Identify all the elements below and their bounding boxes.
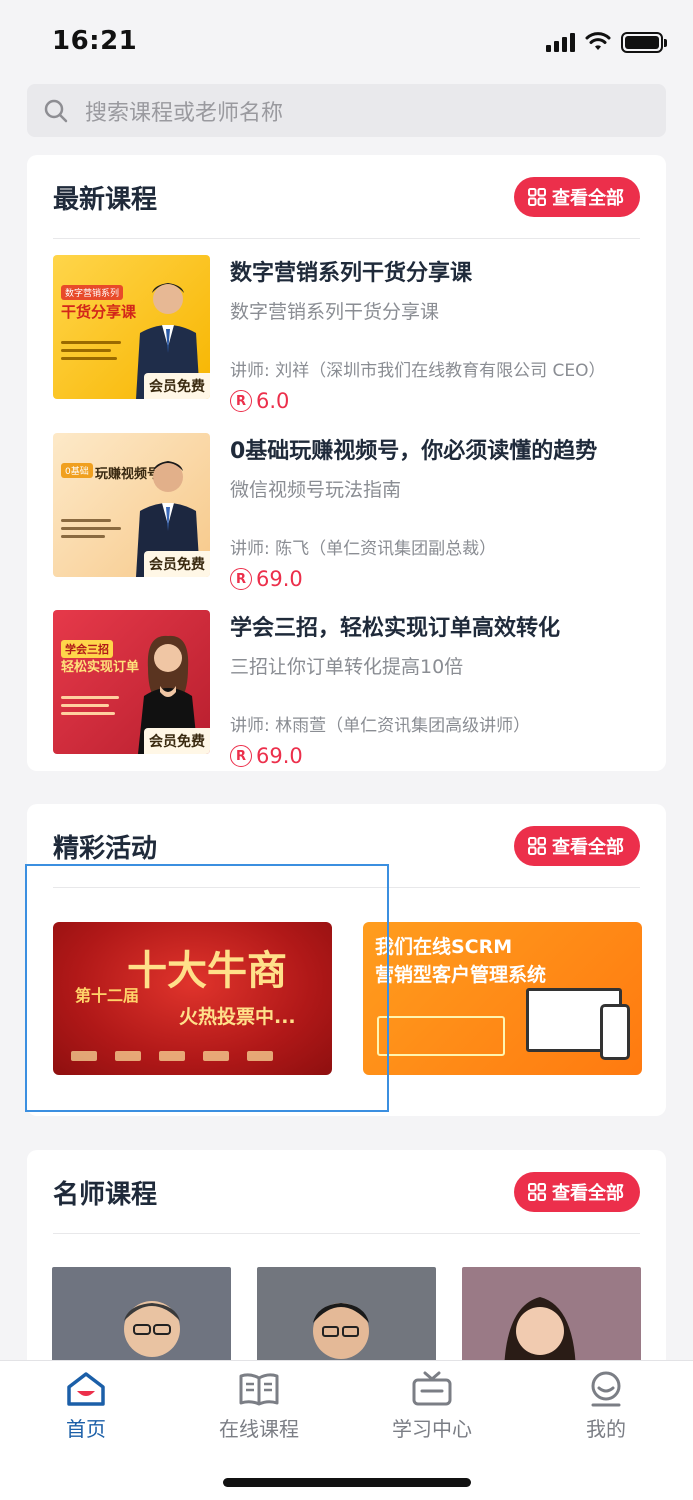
latest-courses-header: 最新课程 查看全部	[53, 155, 640, 239]
course-title: 数字营销系列干货分享课	[230, 261, 473, 286]
member-free-badge: 会员免费	[144, 551, 210, 577]
price-value: 6.0	[256, 389, 290, 413]
tab-online-courses[interactable]: 在线课程	[199, 1371, 319, 1442]
tab-home[interactable]: 首页	[26, 1371, 146, 1442]
view-all-button[interactable]: 查看全部	[514, 826, 640, 866]
teachers-card: 名师课程 查看全部	[27, 1150, 666, 1390]
latest-courses-card: 最新课程 查看全部 数字营销系列 干货分享课 会员免费 数字营销系列干货分享课 …	[27, 155, 666, 771]
battery-icon	[621, 31, 667, 53]
course-thumbnail: 学会三招 轻松实现订单 会员免费	[53, 610, 210, 754]
member-free-badge: 会员免费	[144, 728, 210, 754]
course-item[interactable]: 0基础 玩赚视频号 会员免费 0基础玩赚视频号，你必须读懂的趋势 微信视频号玩法…	[53, 433, 640, 591]
thumb-headline: 轻松实现订单	[61, 660, 140, 675]
course-item[interactable]: 数字营销系列 干货分享课 会员免费 数字营销系列干货分享课 数字营销系列干货分享…	[53, 255, 640, 413]
price-icon: R	[230, 745, 252, 767]
section-title: 最新课程	[53, 185, 158, 215]
course-item[interactable]: 学会三招 轻松实现订单 会员免费 学会三招，轻松实现订单高效转化 三招让你订单转…	[53, 610, 640, 768]
status-icons	[546, 30, 667, 54]
course-thumbnail: 数字营销系列 干货分享课 会员免费	[53, 255, 210, 399]
book-icon	[239, 1373, 279, 1406]
course-teacher: 讲师: 刘祥（深圳市我们在线教育有限公司 CEO）	[230, 361, 606, 381]
section-title: 精彩活动	[53, 834, 158, 864]
course-teacher: 讲师: 林雨萱（单仁资讯集团高级讲师）	[230, 716, 531, 736]
wifi-icon	[585, 32, 611, 50]
grid-icon	[528, 1183, 546, 1201]
price-icon: R	[230, 568, 252, 590]
thumb-tag: 数字营销系列	[61, 285, 124, 300]
grid-icon	[528, 837, 546, 855]
home-indicator[interactable]	[223, 1478, 471, 1487]
price-icon: R	[230, 390, 252, 412]
banner-title: 我们在线SCRM	[375, 936, 513, 958]
grid-icon	[528, 188, 546, 206]
search-icon	[44, 99, 68, 122]
view-all-label: 查看全部	[552, 1183, 624, 1204]
section-title: 名师课程	[53, 1180, 158, 1210]
course-subtitle: 数字营销系列干货分享课	[230, 301, 440, 323]
tab-study-center[interactable]: 学习中心	[372, 1371, 492, 1442]
tab-label: 首页	[66, 1417, 106, 1441]
view-all-label: 查看全部	[552, 188, 624, 209]
course-price: R 69.0	[230, 567, 640, 591]
view-all-button[interactable]: 查看全部	[514, 177, 640, 217]
course-price: R 6.0	[230, 389, 640, 413]
profile-icon	[591, 1371, 621, 1407]
promo-box	[377, 1016, 505, 1056]
course-price: R 69.0	[230, 744, 640, 768]
view-all-label: 查看全部	[552, 837, 624, 858]
tab-label: 在线课程	[219, 1417, 299, 1441]
price-value: 69.0	[256, 744, 303, 768]
view-all-button[interactable]: 查看全部	[514, 1172, 640, 1212]
teachers-header: 名师课程 查看全部	[53, 1150, 640, 1234]
selection-highlight	[25, 864, 389, 1112]
course-subtitle: 微信视频号玩法指南	[230, 479, 402, 501]
banner-subtitle: 营销型客户管理系统	[375, 964, 547, 986]
activity-banner-scrm[interactable]: 我们在线SCRM 营销型客户管理系统	[363, 922, 642, 1075]
course-subtitle: 三招让你订单转化提高10倍	[230, 656, 464, 678]
thumb-tag: 0基础	[61, 463, 93, 478]
phone-illustration	[600, 1004, 630, 1060]
status-bar: 16:21	[0, 0, 693, 80]
home-icon	[67, 1372, 105, 1406]
member-free-badge: 会员免费	[144, 373, 210, 399]
status-time: 16:21	[52, 26, 138, 56]
signal-icon	[546, 32, 575, 52]
search-input[interactable]: 搜索课程或老师名称	[27, 84, 666, 137]
tab-me[interactable]: 我的	[546, 1371, 666, 1442]
price-value: 69.0	[256, 567, 303, 591]
tab-label: 学习中心	[392, 1417, 472, 1441]
search-placeholder: 搜索课程或老师名称	[85, 100, 284, 126]
tab-label: 我的	[586, 1417, 626, 1441]
course-thumbnail: 0基础 玩赚视频号 会员免费	[53, 433, 210, 577]
course-title: 学会三招，轻松实现订单高效转化	[230, 616, 561, 641]
course-title: 0基础玩赚视频号，你必须读懂的趋势	[230, 439, 598, 464]
tv-icon	[412, 1371, 452, 1406]
course-teacher: 讲师: 陈飞（单仁资讯集团副总裁）	[230, 539, 497, 559]
thumb-headline: 干货分享课	[61, 303, 137, 321]
